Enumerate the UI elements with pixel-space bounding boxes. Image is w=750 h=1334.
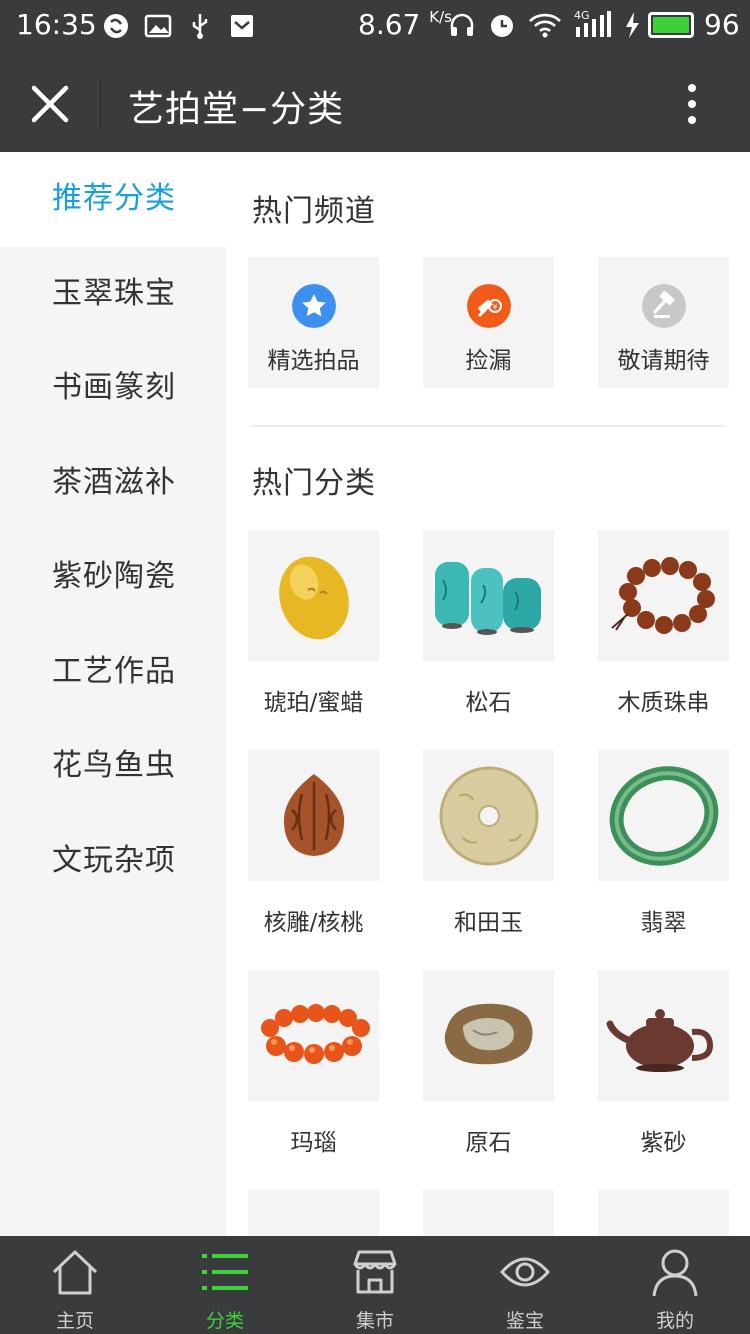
- svg-text:¥: ¥: [492, 303, 497, 312]
- star-icon: [292, 284, 336, 328]
- channel-bargain[interactable]: ¥ 捡漏: [423, 257, 554, 388]
- category-tile-partial[interactable]: [598, 1190, 729, 1236]
- section-divider: [252, 425, 724, 427]
- user-icon: [652, 1249, 698, 1297]
- close-button[interactable]: [24, 78, 76, 130]
- usb-icon: [192, 14, 208, 39]
- amber-image: [248, 530, 379, 661]
- headphones-icon: [450, 13, 474, 36]
- nav-category[interactable]: 分类: [150, 1236, 300, 1334]
- nav-appraisal[interactable]: 鉴宝: [450, 1236, 600, 1334]
- category-label: 玛瑙: [290, 1130, 337, 1156]
- sidebar-item-curios[interactable]: 文玩杂项: [0, 814, 226, 909]
- nav-home[interactable]: 主页: [0, 1236, 150, 1334]
- jadeite-bangle-image: [598, 750, 729, 881]
- page-title: 艺拍堂−分类: [128, 89, 345, 130]
- battery-fill: [653, 17, 689, 33]
- sidebar-item-crafts[interactable]: 工艺作品: [0, 625, 226, 720]
- category-label: 琥珀/蜜蜡: [263, 690, 364, 716]
- more-vertical-icon: [688, 84, 696, 124]
- category-raw-stone[interactable]: [423, 970, 554, 1101]
- category-label: 木质珠串: [617, 690, 710, 716]
- category-tile-partial[interactable]: [423, 1190, 554, 1236]
- nav-label: 鉴宝: [505, 1310, 544, 1332]
- gavel-icon: [642, 284, 686, 328]
- auction-icon: ¥: [467, 284, 511, 328]
- raw-stone-image: [423, 970, 554, 1101]
- category-jadeite[interactable]: [598, 750, 729, 881]
- category-label: 紫砂: [640, 1130, 687, 1156]
- sidebar-item-recommended[interactable]: 推荐分类: [0, 152, 226, 247]
- category-label: 翡翠: [640, 910, 687, 936]
- status-time: 16:35: [16, 8, 97, 41]
- home-icon: [52, 1250, 98, 1295]
- close-icon: [31, 85, 69, 123]
- wifi-icon: [529, 13, 561, 38]
- mail-icon: [231, 15, 253, 37]
- category-label: 和田玉: [454, 910, 523, 936]
- category-wood-beads[interactable]: [598, 530, 729, 661]
- category-turquoise[interactable]: [423, 530, 554, 661]
- channel-coming-soon[interactable]: 敬请期待: [598, 257, 729, 388]
- zisha-teapot-image: [598, 970, 729, 1101]
- network-speed: 8.67 K/s: [358, 8, 452, 41]
- nav-label: 我的: [655, 1310, 694, 1332]
- shop-icon: [353, 1250, 397, 1294]
- alarm-icon: [491, 15, 513, 37]
- sync-icon: [104, 14, 128, 38]
- jade-disc-image: [423, 750, 554, 881]
- channel-label: 捡漏: [465, 348, 512, 374]
- sidebar-item-pottery[interactable]: 紫砂陶瓷: [0, 530, 226, 625]
- walnut-image: [248, 750, 379, 881]
- category-tile-partial[interactable]: [248, 1190, 379, 1236]
- image-icon: [144, 14, 172, 38]
- charging-icon: [626, 12, 639, 38]
- channel-label: 敬请期待: [617, 348, 710, 374]
- category-zisha[interactable]: [598, 970, 729, 1101]
- nav-market[interactable]: 集市: [300, 1236, 450, 1334]
- list-icon: [202, 1254, 248, 1290]
- category-label: 松石: [465, 690, 512, 716]
- nav-label: 主页: [55, 1310, 94, 1332]
- category-agate[interactable]: [248, 970, 379, 1101]
- agate-bracelet-image: [248, 970, 379, 1101]
- category-label: 核雕/核桃: [263, 910, 364, 936]
- wood-beads-image: [598, 530, 729, 661]
- bottom-nav: 主页 分类 集市 鉴宝 我的: [0, 1236, 750, 1334]
- eye-icon: [499, 1257, 551, 1287]
- status-bar: 16:35 8.67 K/s 4G 96: [0, 0, 750, 52]
- battery-level: 96: [704, 8, 740, 41]
- hot-channels-title: 热门频道: [252, 194, 376, 229]
- battery-icon: [648, 12, 694, 38]
- nav-label: 分类: [205, 1310, 244, 1332]
- more-button[interactable]: [670, 78, 714, 130]
- category-hetian-jade[interactable]: [423, 750, 554, 881]
- category-content: 热门频道 精选拍品 ¥ 捡漏 敬请期待 热门分类 琥珀/蜜蜡 松石 木质珠串 核…: [226, 152, 750, 1236]
- sidebar-item-jade-jewelry[interactable]: 玉翠珠宝: [0, 247, 226, 342]
- category-amber[interactable]: [248, 530, 379, 661]
- category-walnut[interactable]: [248, 750, 379, 881]
- turquoise-image: [423, 530, 554, 661]
- title-divider: [100, 78, 101, 128]
- channel-featured[interactable]: 精选拍品: [248, 257, 379, 388]
- sidebar-item-calligraphy[interactable]: 书画篆刻: [0, 341, 226, 436]
- title-bar: 艺拍堂−分类: [0, 52, 750, 152]
- sidebar-item-tea-wine[interactable]: 茶酒滋补: [0, 436, 226, 531]
- signal-icon: 4G: [574, 9, 612, 39]
- sidebar-item-flowers-birds[interactable]: 花鸟鱼虫: [0, 719, 226, 814]
- category-sidebar: 推荐分类 玉翠珠宝 书画篆刻 茶酒滋补 紫砂陶瓷 工艺作品 花鸟鱼虫 文玩杂项: [0, 152, 226, 1236]
- category-label: 原石: [465, 1130, 512, 1156]
- nav-label: 集市: [355, 1310, 394, 1332]
- channel-label: 精选拍品: [267, 348, 360, 374]
- hot-categories-title: 热门分类: [252, 466, 376, 501]
- nav-profile[interactable]: 我的: [600, 1236, 750, 1334]
